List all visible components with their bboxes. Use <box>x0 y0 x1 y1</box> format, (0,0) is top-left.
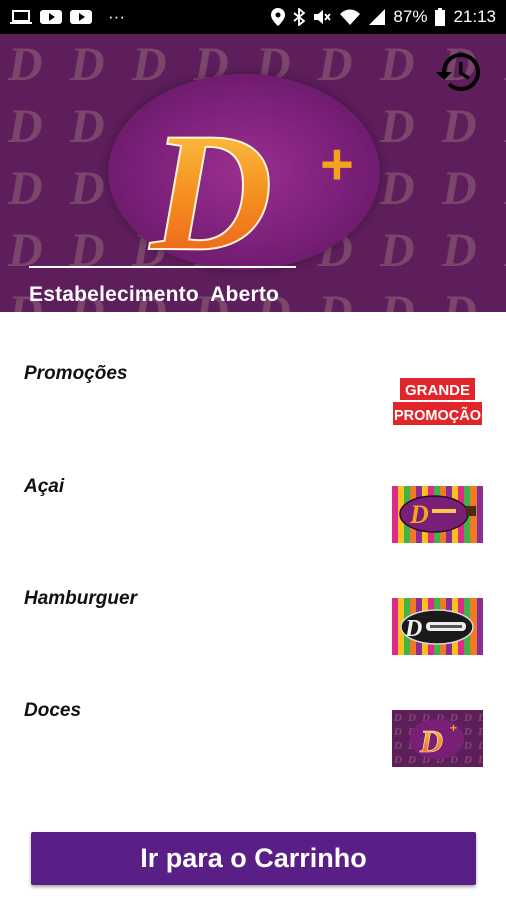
status-bar: ··· 87% 21:13 <box>0 0 506 34</box>
header-divider <box>29 266 296 268</box>
category-acai[interactable]: Açai D <box>0 476 506 576</box>
order-history-button[interactable] <box>434 46 484 96</box>
wifi-icon <box>339 9 361 25</box>
svg-text:D: D <box>404 616 422 642</box>
category-label: Doces <box>24 700 82 721</box>
category-label: Promoções <box>24 363 128 384</box>
store-header: D D + Estabelecimento Aberto <box>0 34 506 312</box>
location-icon <box>271 8 286 26</box>
laptop-notification-icon <box>10 9 32 25</box>
svg-text:+: + <box>320 132 354 197</box>
battery-percentage: 87% <box>393 7 428 26</box>
svg-text:PROMOÇÃO: PROMOÇÃO <box>394 406 481 424</box>
svg-text:D: D <box>148 98 273 274</box>
svg-text:D: D <box>419 723 443 759</box>
bluetooth-icon <box>293 8 306 26</box>
svg-text:GRANDE: GRANDE <box>405 382 470 399</box>
hamburguer-thumbnail: D <box>392 598 483 655</box>
doces-thumbnail: D D + <box>392 710 483 767</box>
svg-text:+: + <box>450 721 457 735</box>
history-icon <box>436 53 480 91</box>
more-notifications-icon: ··· <box>108 7 125 26</box>
category-promocoes[interactable]: Promoções GRANDE PROMOÇÃO <box>0 363 506 463</box>
mute-icon <box>313 9 332 25</box>
acai-thumbnail: D <box>392 486 483 543</box>
category-hamburguer[interactable]: Hamburguer D <box>0 588 506 688</box>
store-open-status: Estabelecimento Aberto <box>29 283 280 306</box>
youtube-notification-icon <box>70 9 92 25</box>
category-label: Açai <box>24 476 65 497</box>
promo-thumbnail: GRANDE PROMOÇÃO <box>392 373 483 430</box>
signal-icon <box>369 9 386 25</box>
youtube-notification-icon <box>40 9 62 25</box>
clock: 21:13 <box>453 7 496 26</box>
category-label: Hamburguer <box>24 588 137 609</box>
store-logo: D + <box>147 97 354 274</box>
battery-icon <box>435 8 446 26</box>
svg-text:D: D <box>409 500 429 529</box>
go-to-cart-button[interactable]: Ir para o Carrinho <box>31 832 476 885</box>
category-doces[interactable]: Doces D D + <box>0 700 506 800</box>
